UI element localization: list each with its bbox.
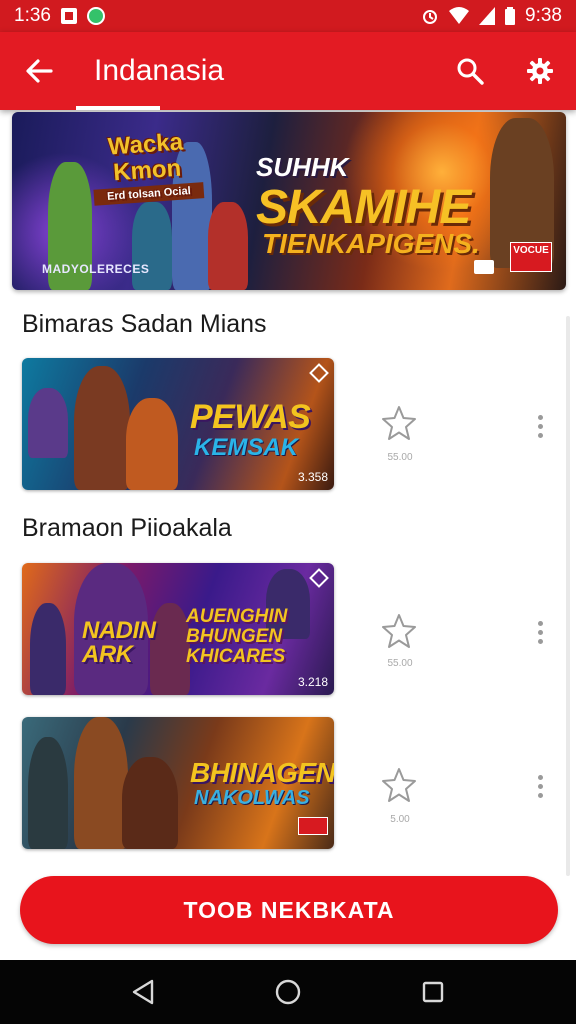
dot — [537, 414, 543, 420]
hero-banner[interactable]: Wacka Kmon Erd tolsan Ocial SUHHK SKAMIH… — [12, 112, 566, 290]
system-nav-bar — [0, 960, 576, 1024]
more-options-button[interactable] — [528, 408, 552, 444]
battery-icon — [505, 7, 516, 25]
nav-recents-button[interactable] — [413, 972, 453, 1012]
arrow-left-icon — [26, 59, 53, 83]
app-title: Indanasia — [94, 54, 225, 87]
hero-badge: VOCUE — [510, 242, 552, 272]
dot — [537, 423, 543, 429]
status-bar: 1:36 9:38 — [0, 0, 576, 32]
hero-logo: Wacka Kmon Erd tolsan Ocial — [90, 128, 205, 206]
item-headline: NADIN ARK — [82, 617, 156, 668]
item-subline: AUENGHIN BHUNGEN KHICARES — [186, 606, 288, 667]
gear-icon — [527, 58, 553, 84]
primary-action-button[interactable]: TOOB NEKBKATA — [20, 876, 558, 944]
alarm-icon — [423, 10, 438, 24]
notification-circle-icon — [86, 7, 105, 25]
item-rating: 55.00 — [387, 658, 413, 669]
active-tab-indicator — [76, 106, 160, 110]
triangle-back-icon — [132, 979, 153, 1005]
more-options-button[interactable] — [528, 768, 552, 804]
dot — [537, 792, 543, 798]
more-options-button[interactable] — [528, 614, 552, 650]
dot — [537, 620, 543, 626]
back-button[interactable] — [0, 32, 78, 110]
status-time-left: 1:36 — [14, 5, 51, 26]
item-subline: NAKOLWAS — [194, 787, 310, 809]
circle-home-icon — [275, 979, 301, 1005]
item-price: 3.358 — [297, 470, 328, 484]
dot — [537, 783, 543, 789]
item-price: 3.218 — [297, 675, 328, 689]
item-headline: BHINAGEN — [190, 757, 334, 788]
dot — [537, 638, 543, 644]
section-title: Bimaras Sadan Mians — [22, 310, 267, 338]
dot — [537, 432, 543, 438]
status-time-right: 9:38 — [525, 5, 562, 26]
item-headline: PEWAS — [190, 398, 311, 436]
hero-caption: MADYOLERECES — [42, 262, 150, 276]
star-icon[interactable] — [380, 612, 418, 650]
item-rating: 5.00 — [390, 814, 410, 825]
nav-back-button[interactable] — [123, 972, 163, 1012]
notification-app-icon — [60, 8, 77, 24]
dot — [537, 774, 543, 780]
hero-headline-3: TIENKAPIGENS. — [262, 228, 480, 259]
heart-icon — [309, 568, 329, 588]
item-subline: KEMSAK — [194, 434, 299, 461]
search-button[interactable] — [442, 43, 498, 99]
star-icon[interactable] — [380, 766, 418, 804]
scrollbar[interactable] — [566, 316, 570, 876]
wifi-icon — [449, 7, 470, 24]
hero-logo-title: Wacka Kmon — [107, 128, 184, 187]
hero-headline-1: SUHHK — [256, 152, 349, 182]
item-tag — [298, 817, 328, 835]
square-recents-icon — [423, 981, 444, 1003]
star-icon[interactable] — [380, 404, 418, 442]
dot — [537, 629, 543, 635]
hero-small-badge — [474, 260, 494, 274]
section-title: Bramaon Piioakala — [22, 514, 232, 542]
list-item-thumbnail[interactable]: NADIN ARK AUENGHIN BHUNGEN KHICARES 3.21… — [22, 563, 334, 695]
settings-button[interactable] — [512, 43, 568, 99]
diamond-icon — [309, 363, 329, 383]
signal-icon — [479, 7, 496, 25]
hero-headline-2: SKAMIHE — [256, 181, 471, 234]
list-item-thumbnail[interactable]: PEWAS KEMSAK 3.358 — [22, 358, 334, 490]
search-icon — [457, 58, 484, 85]
item-rating: 55.00 — [387, 452, 413, 463]
nav-home-button[interactable] — [268, 972, 308, 1012]
app-bar: Indanasia — [0, 32, 576, 110]
list-item-thumbnail[interactable]: BHINAGEN NAKOLWAS — [22, 717, 334, 849]
